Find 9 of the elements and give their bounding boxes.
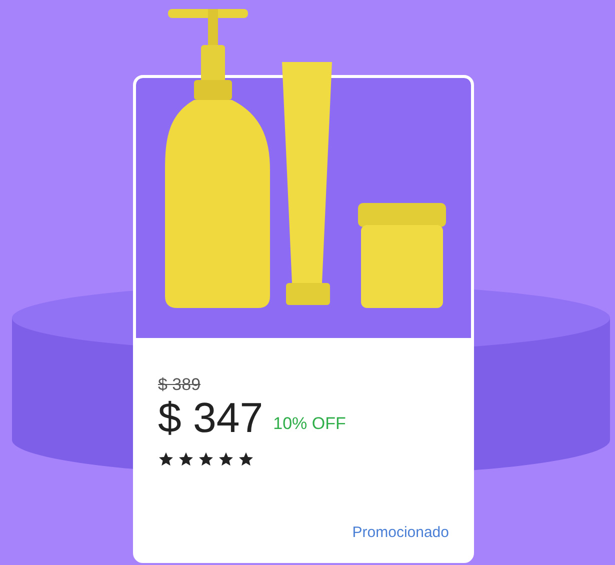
filled-star-icon bbox=[158, 451, 174, 467]
filled-star-icon bbox=[238, 451, 254, 467]
promoted-label: Promocionado bbox=[352, 522, 449, 542]
filled-star-icon bbox=[178, 451, 194, 467]
discount-label: 10% OFF bbox=[273, 412, 346, 434]
price: $ 347 bbox=[158, 397, 264, 439]
original-price: $ 389 bbox=[158, 376, 201, 393]
filled-star-icon bbox=[218, 451, 234, 467]
filled-star-icon bbox=[198, 451, 214, 467]
